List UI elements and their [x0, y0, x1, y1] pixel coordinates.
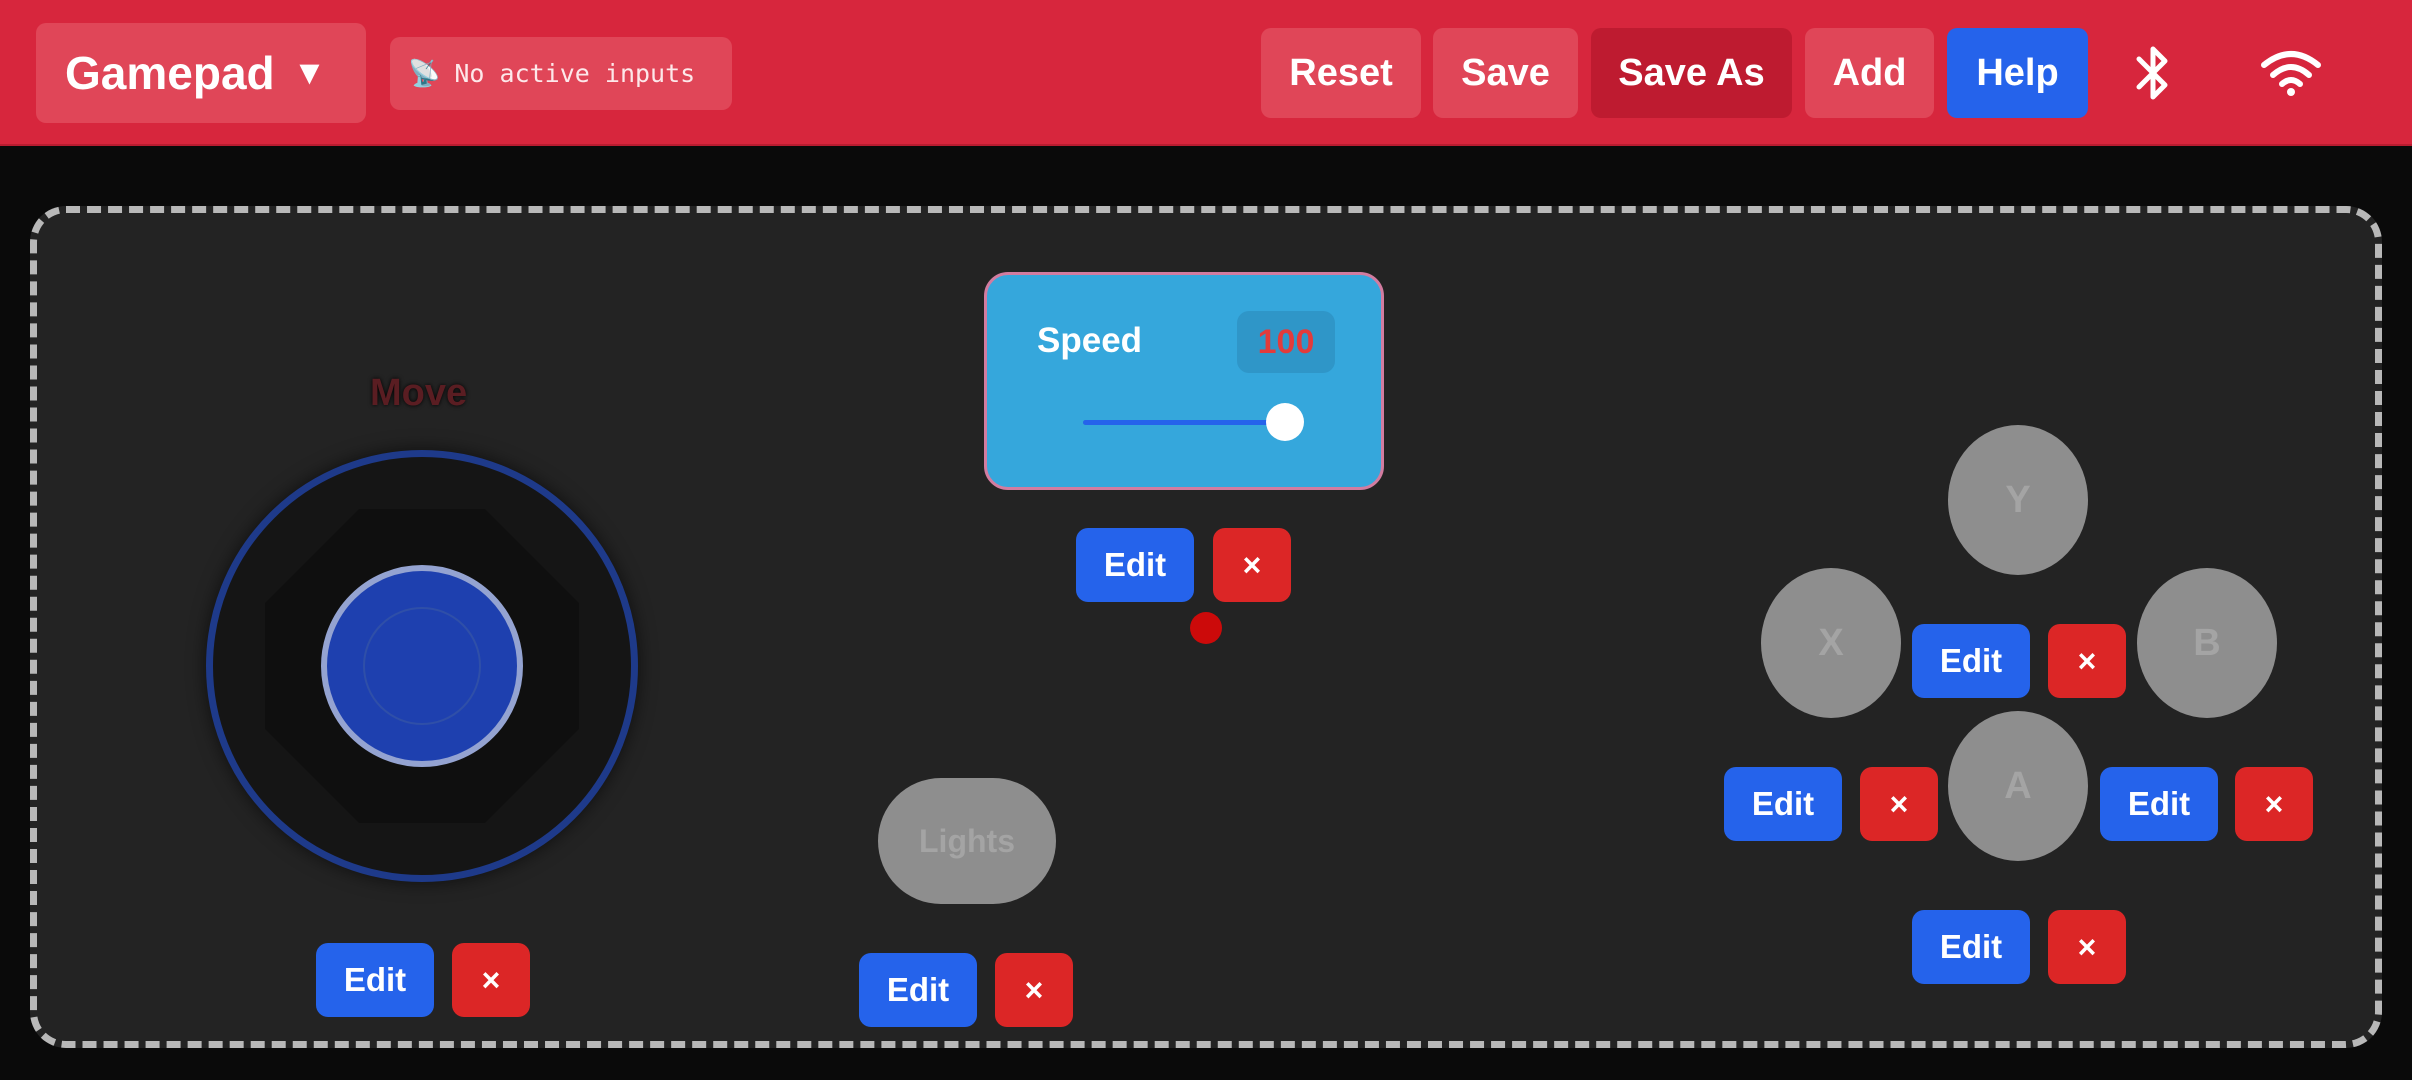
- recording-indicator: [1190, 612, 1222, 644]
- joystick-edit-button[interactable]: Edit: [316, 943, 434, 1017]
- b-edit-button[interactable]: Edit: [2100, 767, 2218, 841]
- a-button[interactable]: A: [1948, 711, 2088, 861]
- reset-button[interactable]: Reset: [1261, 28, 1421, 118]
- slider-label: Speed: [1037, 321, 1143, 360]
- lights-button[interactable]: Lights: [878, 778, 1056, 904]
- y-button[interactable]: Y: [1948, 425, 2088, 575]
- input-status-text: No active inputs: [454, 59, 696, 88]
- a-edit-button[interactable]: Edit: [1912, 910, 2030, 984]
- top-toolbar: Gamepad ▼ 📡 No active inputs Reset Save …: [0, 0, 2412, 146]
- bluetooth-icon[interactable]: [2118, 40, 2188, 106]
- satellite-antenna-icon: 📡: [408, 58, 441, 89]
- layout-name: Gamepad: [65, 47, 275, 99]
- slider-fill: [1083, 420, 1285, 425]
- x-button[interactable]: X: [1761, 568, 1901, 718]
- chevron-down-icon: ▼: [292, 53, 327, 92]
- joystick[interactable]: [206, 450, 638, 882]
- save-button[interactable]: Save: [1433, 28, 1578, 118]
- help-button[interactable]: Help: [1947, 28, 2088, 118]
- slider-thumb[interactable]: [1266, 403, 1304, 441]
- save-as-button[interactable]: Save As: [1591, 28, 1792, 118]
- layout-dropdown[interactable]: Gamepad ▼: [36, 23, 366, 123]
- b-delete-button[interactable]: ×: [2235, 767, 2313, 841]
- slider-track[interactable]: [1083, 403, 1304, 441]
- slider-edit-button[interactable]: Edit: [1076, 528, 1194, 602]
- y-delete-button[interactable]: ×: [2048, 624, 2126, 698]
- joystick-knob[interactable]: [321, 565, 523, 767]
- wifi-icon[interactable]: [2256, 40, 2326, 106]
- x-edit-button[interactable]: Edit: [1724, 767, 1842, 841]
- lights-delete-button[interactable]: ×: [995, 953, 1073, 1027]
- add-button[interactable]: Add: [1805, 28, 1934, 118]
- lights-edit-button[interactable]: Edit: [859, 953, 977, 1027]
- joystick-label: Move: [370, 372, 468, 414]
- x-delete-button[interactable]: ×: [1860, 767, 1938, 841]
- input-status-badge: 📡 No active inputs: [390, 37, 732, 110]
- b-button[interactable]: B: [2137, 568, 2277, 718]
- speed-slider-widget: Speed 100: [984, 272, 1384, 490]
- joystick-delete-button[interactable]: ×: [452, 943, 530, 1017]
- slider-value: 100: [1237, 311, 1335, 373]
- a-delete-button[interactable]: ×: [2048, 910, 2126, 984]
- y-edit-button[interactable]: Edit: [1912, 624, 2030, 698]
- slider-delete-button[interactable]: ×: [1213, 528, 1291, 602]
- joystick-knob-center: [363, 607, 481, 725]
